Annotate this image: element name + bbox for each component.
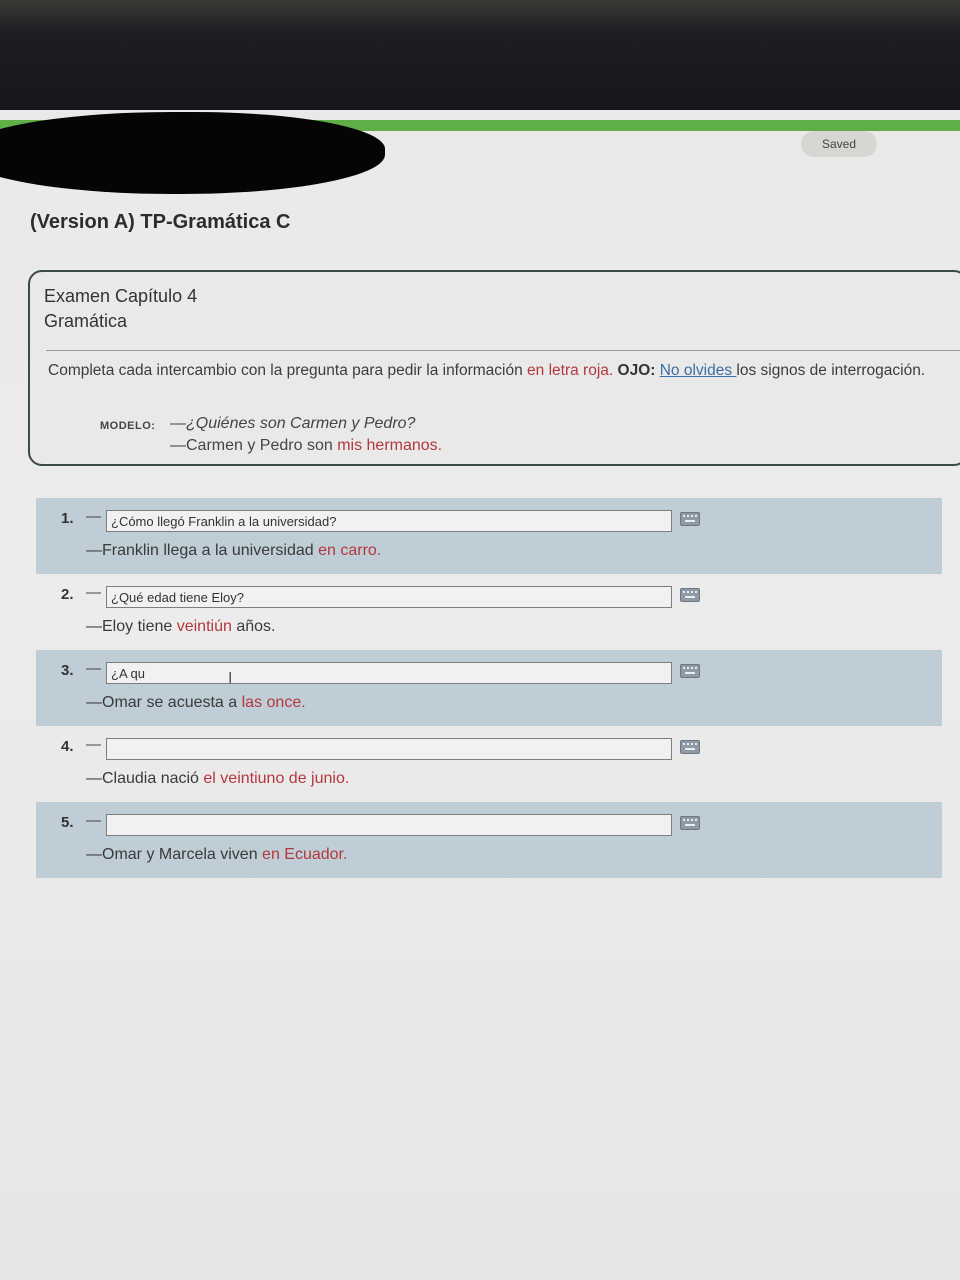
saved-status-badge: Saved bbox=[801, 131, 877, 157]
keyboard-icon[interactable] bbox=[680, 664, 700, 678]
answer-input-3[interactable] bbox=[106, 662, 672, 684]
modelo-answer-text: —Carmen y Pedro son bbox=[170, 437, 338, 454]
question-dash: — bbox=[86, 812, 101, 829]
answer-text: —Omar se acuesta a bbox=[86, 694, 242, 711]
monitor-bezel bbox=[0, 0, 960, 110]
question-row-4: 4. — —Claudia nació el veintiuno de juni… bbox=[36, 726, 942, 802]
answer-text: —Eloy tiene bbox=[86, 618, 177, 635]
instructions-red-text: en letra roja. bbox=[527, 362, 614, 379]
answer-red-text: el veintiuno de junio. bbox=[203, 770, 350, 787]
text-cursor-icon: I bbox=[228, 670, 233, 687]
answer-text-end: años. bbox=[231, 618, 276, 635]
divider bbox=[46, 350, 960, 351]
instructions-text: Completa cada intercambio con la pregunt… bbox=[48, 362, 528, 379]
answer-text: —Omar y Marcela viven bbox=[86, 846, 263, 863]
modelo-answer: —Carmen y Pedro son mis hermanos. bbox=[170, 437, 442, 455]
question-number: 3. bbox=[61, 662, 74, 679]
question-number: 4. bbox=[61, 738, 74, 755]
answer-statement-3: —Omar se acuesta a las once. bbox=[86, 694, 306, 712]
answer-statement-2: —Eloy tiene veintiún años. bbox=[86, 618, 275, 636]
question-dash: — bbox=[86, 736, 101, 753]
question-number: 2. bbox=[61, 586, 74, 603]
modelo-label: MODELO: bbox=[100, 420, 156, 432]
question-dash: — bbox=[86, 584, 101, 601]
page-title: (Version A) TP-Gramática C bbox=[30, 211, 291, 233]
question-dash: — bbox=[86, 660, 101, 677]
question-number: 1. bbox=[61, 510, 74, 527]
question-row-1: 1. — —Franklin llega a la universidad en… bbox=[36, 498, 942, 574]
exam-info-box: Examen Capítulo 4 Gramática Completa cad… bbox=[28, 270, 960, 466]
no-olvides-link[interactable]: No olvides bbox=[660, 362, 737, 379]
instructions-text-end: los signos de interrogación. bbox=[736, 362, 926, 379]
question-dash: — bbox=[86, 508, 101, 525]
question-number: 5. bbox=[61, 814, 74, 831]
answer-input-1[interactable] bbox=[106, 510, 672, 532]
question-row-2: 2. — —Eloy tiene veintiún años. bbox=[36, 574, 942, 650]
keyboard-icon[interactable] bbox=[680, 512, 700, 526]
exam-section: Gramática bbox=[44, 311, 128, 331]
modelo-question: —¿Quiénes son Carmen y Pedro? bbox=[170, 415, 416, 432]
modelo-answer-red: mis hermanos. bbox=[337, 437, 443, 454]
answer-input-4[interactable] bbox=[106, 738, 672, 760]
question-row-3: 3. — I —Omar se acuesta a las once. bbox=[36, 650, 942, 726]
keyboard-icon[interactable] bbox=[680, 588, 700, 602]
answer-input-2[interactable] bbox=[106, 586, 672, 608]
keyboard-icon[interactable] bbox=[680, 816, 700, 830]
redacted-area bbox=[0, 112, 385, 194]
ojo-label: OJO: bbox=[613, 362, 660, 379]
answer-statement-4: —Claudia nació el veintiuno de junio. bbox=[86, 770, 349, 788]
answer-statement-1: —Franklin llega a la universidad en carr… bbox=[86, 542, 381, 560]
answer-text: —Franklin llega a la universidad bbox=[86, 542, 319, 559]
exam-title: Examen Capítulo 4 bbox=[44, 286, 198, 306]
answer-red-text: las once. bbox=[241, 694, 306, 711]
instructions: Completa cada intercambio con la pregunt… bbox=[48, 360, 960, 382]
answer-red-text: veintiún bbox=[176, 618, 232, 635]
keyboard-icon[interactable] bbox=[680, 740, 700, 754]
answer-input-5[interactable] bbox=[106, 814, 672, 836]
answer-text: —Claudia nació bbox=[86, 770, 204, 787]
answer-red-text: en carro. bbox=[318, 542, 382, 559]
question-row-5: 5. — —Omar y Marcela viven en Ecuador. bbox=[36, 802, 942, 878]
answer-red-text: en Ecuador. bbox=[262, 846, 348, 863]
answer-statement-5: —Omar y Marcela viven en Ecuador. bbox=[86, 846, 347, 864]
